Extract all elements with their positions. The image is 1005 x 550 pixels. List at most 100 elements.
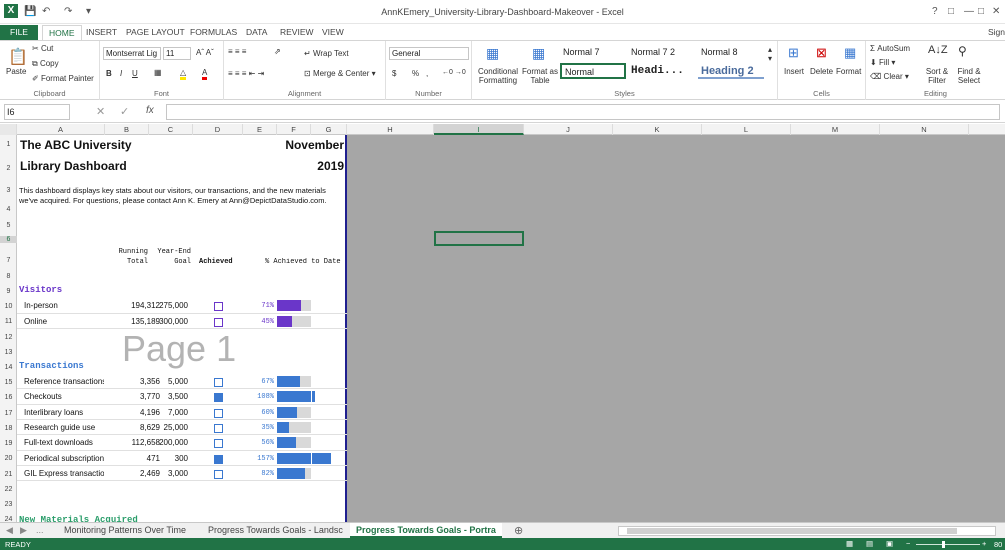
header-running[interactable]: Running	[106, 248, 148, 256]
format-button[interactable]: Format	[836, 67, 861, 76]
row-header-11[interactable]: 11	[0, 318, 17, 325]
column-header-j[interactable]: J	[524, 124, 613, 135]
bold-button[interactable]: B	[106, 69, 112, 78]
column-header-f[interactable]: F	[277, 124, 311, 135]
metric-goal[interactable]: 3,000	[150, 469, 188, 478]
horizontal-scrollbar[interactable]	[618, 526, 996, 536]
column-header-e[interactable]: E	[243, 124, 277, 135]
metric-name[interactable]: In-person	[24, 301, 104, 310]
zoom-out-icon[interactable]: −	[906, 539, 910, 548]
row-header-9[interactable]: 9	[0, 288, 17, 295]
metric-name[interactable]: Full-text downloads	[24, 438, 104, 447]
function-icon[interactable]: fx	[146, 105, 154, 116]
metric-name[interactable]: GIL Express transactior	[24, 469, 104, 478]
add-sheet-icon[interactable]: ⊕	[514, 524, 523, 537]
achieved-checkbox[interactable]	[214, 317, 223, 327]
column-header-g[interactable]: G	[311, 124, 347, 135]
conditional-formatting-icon[interactable]: ▦	[486, 45, 499, 62]
tab-formulas[interactable]: FORMULAS	[184, 25, 243, 40]
tab-data[interactable]: DATA	[240, 25, 273, 40]
metric-goal[interactable]: 200,000	[150, 438, 188, 447]
format-painter-button[interactable]: ✐ Format Painter	[32, 74, 94, 83]
wrap-text-button[interactable]: ↵ Wrap Text	[304, 49, 349, 58]
format-table-icon[interactable]: ▦	[532, 45, 545, 62]
underline-button[interactable]: U	[132, 69, 138, 78]
find-select-button[interactable]: Find & Select	[954, 67, 984, 85]
sort-filter-button[interactable]: Sort & Filter	[922, 67, 952, 85]
paste-button[interactable]: Paste	[6, 67, 26, 76]
style-normal-7[interactable]: Normal 7	[560, 45, 626, 61]
row-header-2[interactable]: 2	[0, 165, 17, 172]
column-header-c[interactable]: C	[149, 124, 193, 135]
row-header-22[interactable]: 22	[0, 486, 17, 493]
tab-insert[interactable]: INSERT	[80, 25, 123, 40]
maximize-icon[interactable]: □	[978, 6, 984, 17]
metric-name[interactable]: Checkouts	[24, 392, 104, 401]
column-header-i[interactable]: I	[434, 124, 524, 135]
style-normal-8[interactable]: Normal 8	[698, 45, 764, 61]
metric-goal[interactable]: 300,000	[150, 317, 188, 326]
row-header-3[interactable]: 3	[0, 187, 17, 194]
row-header-18[interactable]: 18	[0, 425, 17, 432]
row-header-8[interactable]: 8	[0, 273, 17, 280]
binoculars-icon[interactable]: ⚲	[958, 44, 967, 58]
row-header-21[interactable]: 21	[0, 471, 17, 478]
section-visitors[interactable]: Visitors	[19, 285, 62, 295]
header-goal[interactable]: Goal	[150, 258, 191, 266]
style-heading-2[interactable]: Heading 2	[698, 63, 764, 79]
decimal-icon[interactable]: ←0 →0	[442, 69, 466, 76]
style-normal[interactable]: Normal	[560, 63, 626, 79]
header-total[interactable]: Total	[106, 258, 148, 266]
metric-goal[interactable]: 5,000	[150, 377, 188, 386]
font-color-icon[interactable]: A	[202, 68, 208, 80]
tab-review[interactable]: REVIEW	[274, 25, 320, 40]
fill-button[interactable]: ⬇ Fill ▾	[870, 58, 895, 67]
delete-button[interactable]: Delete	[810, 67, 833, 76]
description-line-1[interactable]: This dashboard displays key stats about …	[19, 186, 326, 195]
column-header-a[interactable]: A	[17, 124, 105, 135]
align-left-icon[interactable]: ≡ ≡ ≡ ⇤ ⇥	[228, 69, 264, 78]
style-normal-7-2[interactable]: Normal 7 2	[628, 45, 694, 61]
row-header-16[interactable]: 16	[0, 394, 17, 401]
align-top-icon[interactable]: ≡ ≡ ≡	[228, 47, 246, 56]
column-header-m[interactable]: M	[791, 124, 880, 135]
scroll-thumb[interactable]	[627, 528, 957, 534]
report-year[interactable]: 2019	[250, 159, 344, 173]
row-header-15[interactable]: 15	[0, 379, 17, 386]
row-header-5[interactable]: 5	[0, 222, 17, 229]
zoom-slider[interactable]	[916, 541, 980, 548]
row-header-12[interactable]: 12	[0, 334, 17, 341]
comma-button[interactable]: ,	[426, 69, 428, 78]
row-header-4[interactable]: 4	[0, 206, 17, 213]
sign-in-link[interactable]: Sign	[982, 25, 1005, 40]
tab-home[interactable]: HOME	[42, 25, 82, 40]
metric-name[interactable]: Periodical subscriptions	[24, 454, 104, 463]
header-achieved[interactable]: Achieved	[199, 258, 233, 266]
paste-icon[interactable]: 📋	[8, 47, 28, 67]
font-family-select[interactable]: Montserrat Lig	[103, 47, 161, 60]
achieved-checkbox[interactable]	[214, 469, 223, 479]
name-box[interactable]: I6	[4, 104, 70, 120]
cancel-icon[interactable]: ✕	[96, 105, 105, 118]
select-all-corner[interactable]	[0, 124, 17, 135]
fill-color-icon[interactable]: △	[180, 68, 187, 80]
delete-cells-icon[interactable]: ⊠	[816, 45, 827, 61]
cut-button[interactable]: ✂ Cut	[32, 44, 53, 53]
style-heading-1[interactable]: Headi...	[628, 63, 694, 79]
minimize-icon[interactable]: —	[964, 6, 974, 17]
clear-button[interactable]: ⌫ Clear ▾	[870, 72, 909, 81]
font-size-select[interactable]: 11	[163, 47, 191, 60]
title-line-1[interactable]: The ABC University	[20, 138, 132, 152]
tab-page-layout[interactable]: PAGE LAYOUT	[120, 25, 191, 40]
normal-view-icon[interactable]: ▦	[846, 539, 853, 548]
zoom-level[interactable]: 80	[994, 540, 1002, 549]
metric-goal[interactable]: 7,000	[150, 408, 188, 417]
column-header-b[interactable]: B	[105, 124, 149, 135]
row-header-19[interactable]: 19	[0, 440, 17, 447]
section-new-materials[interactable]: New Materials Acquired	[19, 515, 138, 522]
tab-view[interactable]: VIEW	[316, 25, 350, 40]
achieved-checkbox[interactable]	[214, 408, 223, 418]
row-header-14[interactable]: 14	[0, 364, 17, 371]
format-as-table-button[interactable]: Format as Table	[522, 67, 558, 85]
sort-filter-icon[interactable]: A↓Z	[928, 44, 948, 56]
